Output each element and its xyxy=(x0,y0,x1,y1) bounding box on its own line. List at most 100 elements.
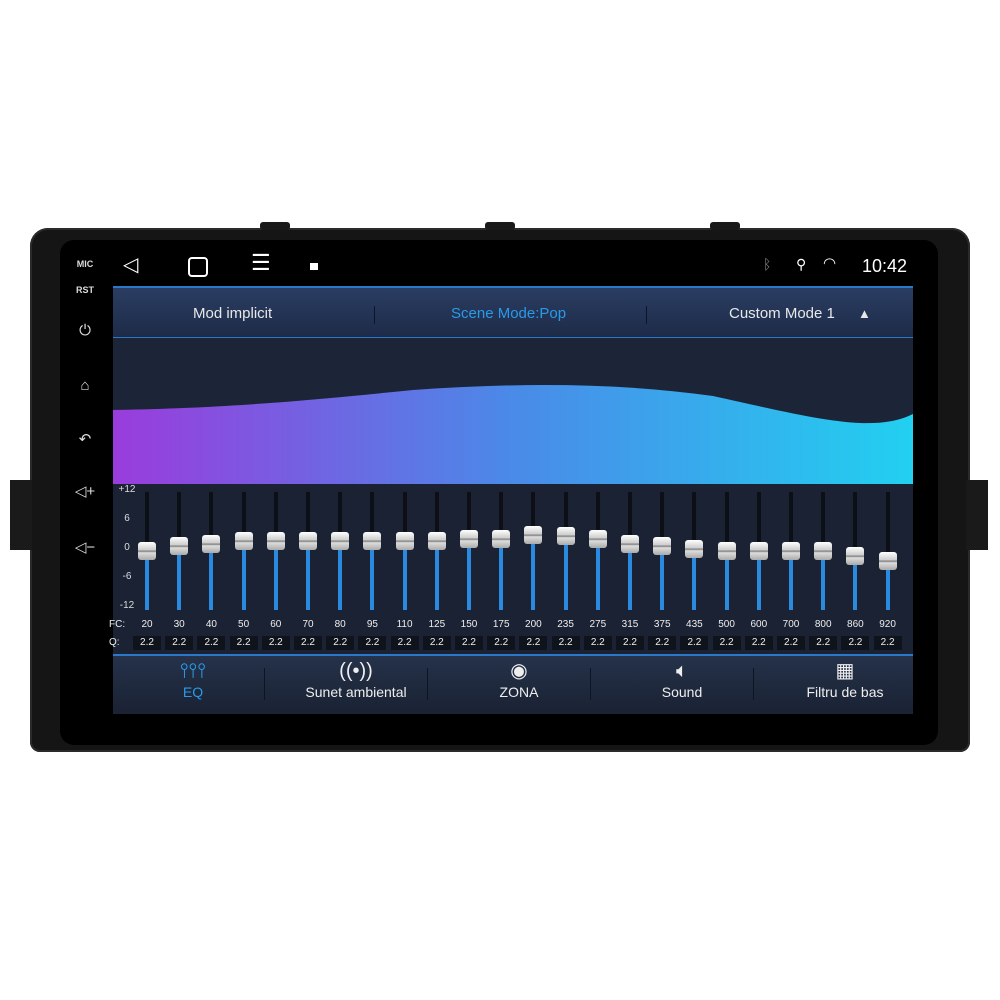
band-q-field[interactable]: 2.2 xyxy=(873,636,902,650)
slider-fill xyxy=(209,543,214,610)
slider-knob[interactable] xyxy=(685,539,704,558)
eq-slider-40[interactable] xyxy=(202,492,221,610)
nav-back-icon[interactable]: ◁ xyxy=(123,252,138,277)
eq-slider-30[interactable] xyxy=(170,492,189,610)
band-q-field[interactable]: 2.2 xyxy=(261,636,290,650)
slider-knob[interactable] xyxy=(266,532,285,551)
band-q-field[interactable]: 2.2 xyxy=(294,636,322,650)
eq-slider-80[interactable] xyxy=(331,492,350,610)
eq-slider-375[interactable] xyxy=(653,492,672,610)
band-q-field[interactable]: 2.2 xyxy=(326,636,355,650)
default-mode-button[interactable]: Mod implicit xyxy=(193,305,272,322)
eq-slider-920[interactable] xyxy=(878,492,897,610)
band-q-field[interactable]: 2.2 xyxy=(390,636,419,650)
triangle-up-icon[interactable]: ▲ xyxy=(858,306,871,321)
slider-knob[interactable] xyxy=(234,532,253,551)
band-q-field[interactable]: 2.2 xyxy=(551,636,580,650)
band-q-field[interactable]: 2.2 xyxy=(777,636,805,650)
tab-sunet-ambiental[interactable]: ((•)) Sunet ambiental xyxy=(276,656,436,714)
slider-knob[interactable] xyxy=(749,542,768,560)
slider-knob[interactable] xyxy=(170,537,189,556)
slider-knob[interactable] xyxy=(427,532,446,551)
scene-mode-button[interactable]: Scene Mode:Pop xyxy=(451,305,566,322)
volume-up-icon[interactable]: ◁+ xyxy=(70,482,100,500)
band-q-field[interactable]: 2.2 xyxy=(744,636,773,650)
band-frequency: 50 xyxy=(238,619,250,630)
slider-knob[interactable] xyxy=(492,529,511,548)
slider-knob[interactable] xyxy=(331,532,350,551)
band-q-field[interactable]: 2.2 xyxy=(165,636,194,650)
power-icon[interactable]: ⏻ xyxy=(70,322,100,339)
band-frequency: 860 xyxy=(847,619,864,630)
eq-slider-20[interactable] xyxy=(138,492,156,610)
slider-knob[interactable] xyxy=(782,542,800,560)
eq-slider-125[interactable] xyxy=(427,492,446,610)
eq-slider-150[interactable] xyxy=(460,492,478,610)
eq-slider-50[interactable] xyxy=(234,492,253,610)
eq-slider-500[interactable] xyxy=(717,492,736,610)
band-frequency: 435 xyxy=(686,619,703,630)
eq-slider-95[interactable] xyxy=(363,492,382,610)
band-q-field[interactable]: 2.2 xyxy=(809,636,838,650)
eq-slider-800[interactable] xyxy=(814,492,833,610)
band-q-field[interactable]: 2.2 xyxy=(229,636,258,650)
band-frequency: 800 xyxy=(814,619,832,630)
reset-button[interactable]: RST xyxy=(70,285,100,295)
slider-fill xyxy=(273,541,278,610)
custom-mode-button[interactable]: Custom Mode 1 xyxy=(729,305,835,322)
nav-home-icon[interactable] xyxy=(188,257,208,277)
slider-knob[interactable] xyxy=(717,542,736,560)
eq-slider-175[interactable] xyxy=(492,492,511,610)
slider-knob[interactable] xyxy=(460,529,478,548)
band-frequency: 150 xyxy=(460,619,478,630)
band-q-field[interactable]: 2.2 xyxy=(841,636,870,650)
eq-slider-435[interactable] xyxy=(685,492,704,610)
volume-down-icon[interactable]: ◁− xyxy=(70,538,100,556)
eq-slider-860[interactable] xyxy=(846,492,865,610)
band-q-field[interactable]: 2.2 xyxy=(519,636,548,650)
image-notification-icon xyxy=(310,263,318,270)
band-q-field[interactable]: 2.2 xyxy=(680,636,709,650)
slider-knob[interactable] xyxy=(524,525,543,544)
slider-knob[interactable] xyxy=(556,527,575,546)
slider-knob[interactable] xyxy=(588,529,607,548)
band-q-field[interactable]: 2.2 xyxy=(455,636,483,650)
tab-label: ZONA xyxy=(499,684,539,700)
band-q-field[interactable]: 2.2 xyxy=(616,636,644,650)
slider-knob[interactable] xyxy=(363,532,382,551)
tab-filtru-de-bas[interactable]: ▦ Filtru de bas xyxy=(765,656,925,714)
slider-knob[interactable] xyxy=(299,532,317,551)
band-q-field[interactable]: 2.2 xyxy=(358,636,387,650)
slider-knob[interactable] xyxy=(814,542,833,560)
eq-slider-600[interactable] xyxy=(749,492,768,610)
home-icon[interactable]: ⌂ xyxy=(70,377,100,394)
eq-slider-700[interactable] xyxy=(782,492,800,610)
mount-tab xyxy=(710,222,740,230)
band-q-field[interactable]: 2.2 xyxy=(648,636,677,650)
slider-knob[interactable] xyxy=(878,551,897,570)
eq-slider-60[interactable] xyxy=(266,492,285,610)
eq-slider-315[interactable] xyxy=(621,492,639,610)
slider-knob[interactable] xyxy=(138,542,156,560)
eq-slider-235[interactable] xyxy=(556,492,575,610)
tab-eq[interactable]: ⫯⫯⫯ EQ xyxy=(113,656,273,714)
eq-slider-70[interactable] xyxy=(299,492,317,610)
band-q-field[interactable]: 2.2 xyxy=(583,636,612,650)
band-q-field[interactable]: 2.2 xyxy=(487,636,516,650)
band-q-field[interactable]: 2.2 xyxy=(133,636,161,650)
nav-menu-icon[interactable]: ☰ xyxy=(251,250,271,276)
tab-sound[interactable]: 🔈︎ Sound xyxy=(602,656,762,714)
slider-knob[interactable] xyxy=(653,537,672,556)
slider-knob[interactable] xyxy=(395,532,414,551)
eq-slider-275[interactable] xyxy=(588,492,607,610)
slider-knob[interactable] xyxy=(202,534,221,553)
tab-zona[interactable]: ◉ ZONA xyxy=(439,656,599,714)
band-q-field[interactable]: 2.2 xyxy=(422,636,451,650)
eq-slider-110[interactable] xyxy=(395,492,414,610)
eq-slider-200[interactable] xyxy=(524,492,543,610)
band-q-field[interactable]: 2.2 xyxy=(197,636,226,650)
back-icon[interactable]: ↶ xyxy=(70,430,100,448)
slider-knob[interactable] xyxy=(621,534,639,553)
band-q-field[interactable]: 2.2 xyxy=(712,636,741,650)
slider-knob[interactable] xyxy=(846,546,865,565)
